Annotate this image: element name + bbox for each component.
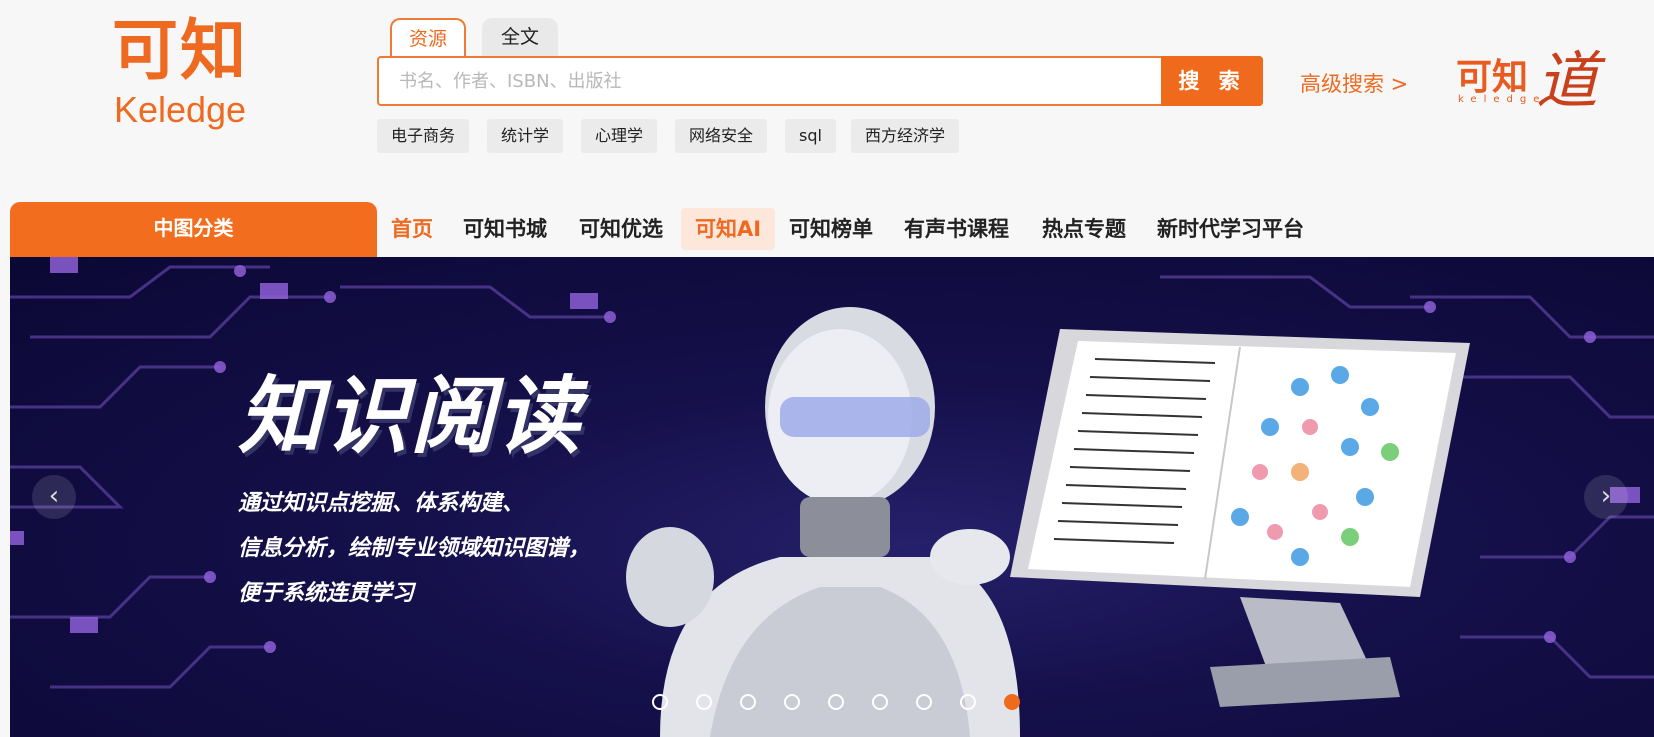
search-button[interactable]: 搜 索	[1161, 56, 1263, 106]
nav-ai[interactable]: 可知AI	[681, 208, 775, 250]
nav-bookstore[interactable]: 可知书城	[463, 208, 547, 250]
nav-rankings[interactable]: 可知榜单	[789, 208, 873, 250]
logo-chinese: 可知	[112, 12, 248, 89]
carousel-dot[interactable]	[872, 694, 888, 710]
carousel-dot[interactable]	[740, 694, 756, 710]
carousel-dot[interactable]	[828, 694, 844, 710]
hero-banner[interactable]: 知识阅读 通过知识点挖掘、体系构建、 信息分析，绘制专业领域知识图谱， 便于系统…	[10, 257, 1654, 737]
nav-new-era[interactable]: 新时代学习平台	[1157, 208, 1304, 250]
search-input[interactable]	[379, 58, 1159, 104]
partner-logo-chinese: 可知	[1456, 57, 1529, 98]
laptop-illustration	[1010, 329, 1470, 707]
nav-selected[interactable]: 可知优选	[579, 208, 663, 250]
carousel-dot[interactable]	[784, 694, 800, 710]
advanced-search-link[interactable]: 高级搜索 >	[1300, 68, 1408, 98]
hot-tag[interactable]: 西方经济学	[851, 119, 960, 153]
partner-logo-glyph: 道	[1536, 44, 1599, 117]
tab-fulltext[interactable]: 全文	[482, 18, 558, 58]
prev-slide-icon[interactable]: ‹	[32, 475, 76, 519]
banner-line: 信息分析，绘制专业领域知识图谱，	[238, 536, 591, 561]
logo-english: Keledge	[113, 89, 247, 130]
banner-line: 通过知识点挖掘、体系构建、	[238, 491, 525, 516]
next-slide-icon[interactable]: ›	[1584, 475, 1628, 519]
hot-tag[interactable]: 网络安全	[675, 119, 768, 153]
nav-home[interactable]: 首页	[391, 208, 433, 250]
keledge-logo[interactable]: 可知 Keledge	[100, 12, 260, 130]
carousel-dot[interactable]	[652, 694, 668, 710]
hot-tag[interactable]: sql	[785, 119, 836, 153]
hot-tag[interactable]: 电子商务	[377, 119, 470, 153]
carousel-dot[interactable]	[916, 694, 932, 710]
carousel-dot[interactable]	[960, 694, 976, 710]
keledge-dao-logo[interactable]: 可知 道 keledge	[1456, 30, 1606, 117]
banner-line: 便于系统连贯学习	[238, 581, 415, 606]
hot-tag[interactable]: 统计学	[487, 119, 564, 153]
nav-audiobooks[interactable]: 有声书课程	[904, 208, 1009, 250]
category-menu-button[interactable]: 中图分类	[10, 202, 377, 258]
tab-resources[interactable]: 资源	[390, 18, 466, 58]
robot-illustration	[626, 307, 1020, 737]
carousel-dot[interactable]	[696, 694, 712, 710]
hot-tag[interactable]: 心理学	[581, 119, 658, 153]
carousel-dot-active[interactable]	[1004, 694, 1020, 710]
banner-headline: 知识阅读	[238, 367, 583, 465]
search-box: 搜 索	[377, 56, 1263, 106]
nav-hot-topics[interactable]: 热点专题	[1042, 208, 1126, 250]
partner-logo-english: keledge	[1458, 94, 1547, 105]
